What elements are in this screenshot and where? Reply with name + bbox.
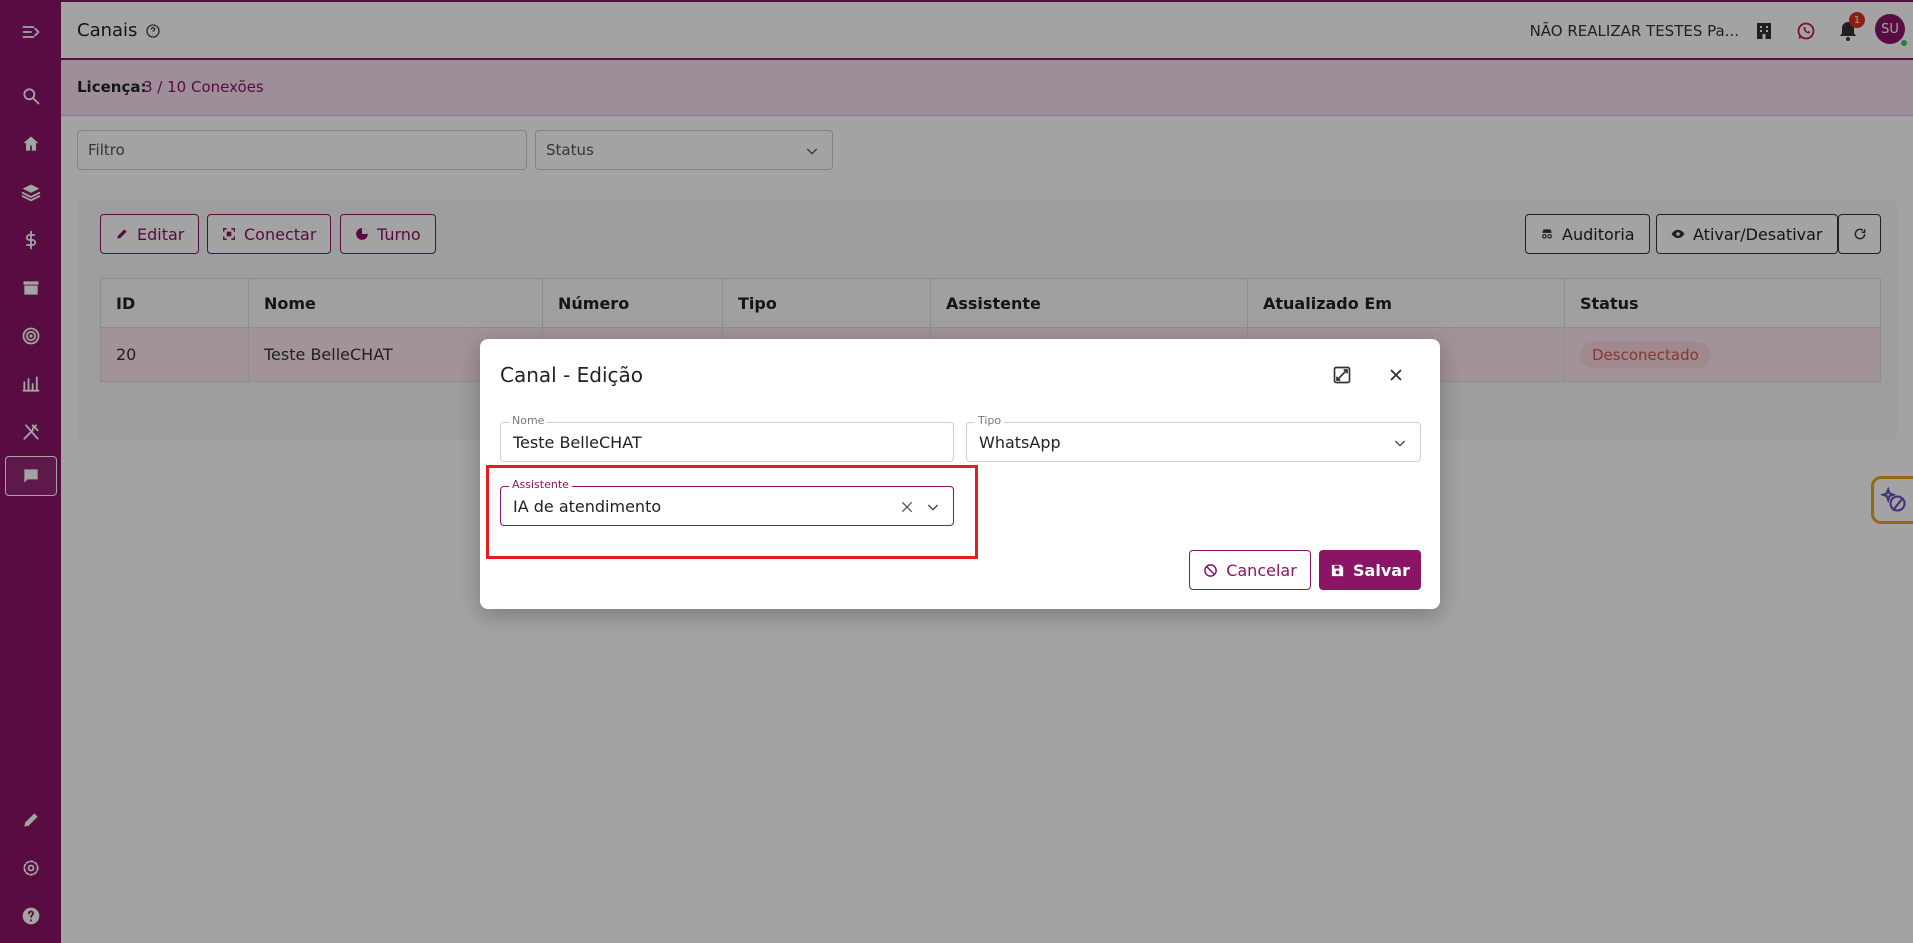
cancel-button-label: Cancelar	[1226, 560, 1297, 580]
close-icon[interactable]	[1386, 365, 1406, 385]
expand-icon[interactable]	[1332, 365, 1352, 385]
modal-title: Canal - Edição	[500, 363, 644, 387]
type-select-value: WhatsApp	[979, 433, 1061, 452]
assistant-select-value: IA de atendimento	[513, 497, 662, 516]
name-field-value: Teste BelleCHAT	[513, 433, 642, 452]
chevron-down-icon[interactable]	[925, 499, 941, 515]
save-button-label: Salvar	[1353, 560, 1410, 580]
name-field[interactable]: Nome Teste BelleCHAT	[500, 414, 954, 462]
cancel-button[interactable]: Cancelar	[1189, 550, 1311, 590]
type-select[interactable]: Tipo WhatsApp	[966, 414, 1421, 462]
assistant-select[interactable]: Assistente IA de atendimento	[500, 478, 954, 526]
save-button[interactable]: Salvar	[1319, 550, 1421, 590]
channel-edit-modal: Canal - Edição Nome Teste BelleCHAT Tipo…	[480, 339, 1440, 609]
name-field-label: Nome	[509, 414, 548, 427]
ban-icon	[1204, 563, 1218, 577]
save-icon	[1331, 564, 1344, 576]
assistant-select-label: Assistente	[509, 478, 572, 491]
type-select-label: Tipo	[975, 414, 1005, 427]
chevron-down-icon	[1394, 440, 1406, 447]
clear-icon[interactable]	[899, 499, 915, 515]
